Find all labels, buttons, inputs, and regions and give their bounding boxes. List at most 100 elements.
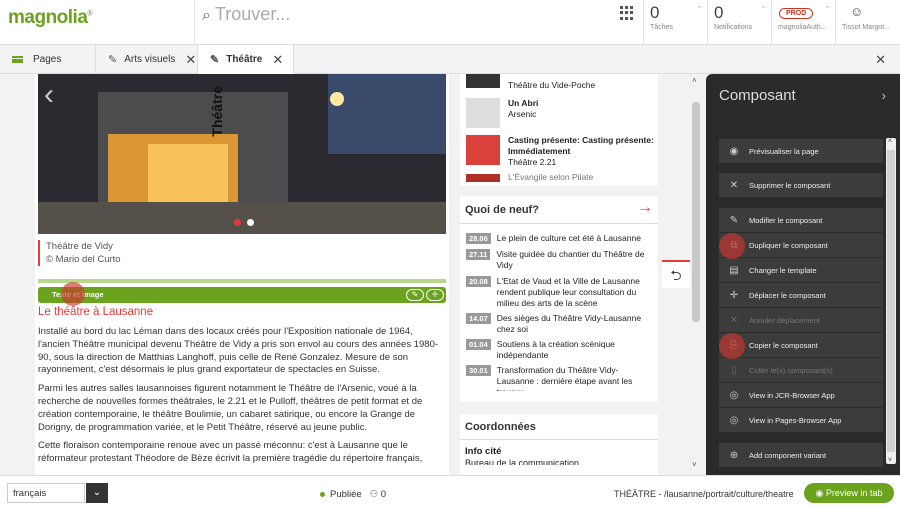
article-paragraph: Cette floraison contemporaine renoue ave… xyxy=(38,440,423,465)
user-label: Tissot Margot... xyxy=(842,24,890,31)
news-item[interactable]: 14.07 Des sièges du Théâtre Vidy-Lausanne… xyxy=(466,313,652,335)
action-move-component[interactable]: ✛ Déplacer le composant xyxy=(719,283,883,307)
panel-scrollbar[interactable]: ˄ ˅ xyxy=(886,138,896,464)
tab-theatre[interactable]: ✎ Théâtre ✕ xyxy=(198,45,294,74)
news-item[interactable]: 28.06 Le plein de culture cet été à Lausa… xyxy=(466,233,652,244)
action-change-template[interactable]: ▤ Changer le template xyxy=(719,258,883,282)
user-menu[interactable]: ☺ Tissot Margot... xyxy=(835,0,900,45)
tab-label: Pages xyxy=(33,54,62,65)
search-input[interactable]: ⌕ Trouver... xyxy=(202,4,290,25)
event-item[interactable]: L'Évangile selon Pilate xyxy=(466,172,593,183)
divider xyxy=(194,0,195,45)
bound-text: Déplacer le composant xyxy=(749,290,826,300)
action-delete-component[interactable]: ✕ Supprimer le composant xyxy=(719,173,883,197)
top-bar: magnolia® ⌕ Trouver... 0 Tâches ˇ 0 Notif… xyxy=(0,0,900,45)
chevron-left-icon[interactable]: ‹ xyxy=(44,78,54,112)
tasks-label: Tâches xyxy=(650,24,673,31)
news-date: 01.04 xyxy=(466,339,491,350)
bound-text: Dupliquer le composant xyxy=(749,240,828,250)
action-cancel-move[interactable]: ✕ Annuler déplacement xyxy=(719,308,883,332)
coordinates-title: Coordonnées xyxy=(465,421,536,433)
users-count: 0 xyxy=(380,489,387,500)
article-title: Le théâtre à Lausanne xyxy=(38,306,154,318)
events-card: Théâtre du Vide-Poche Un Abri Arsenic Cas… xyxy=(460,74,658,186)
instance-indicator[interactable]: PROD magnoliaAuth... ˇ xyxy=(771,0,835,45)
chevron-down-icon[interactable]: ˅ xyxy=(888,457,892,464)
chevron-down-icon[interactable]: ⌄ xyxy=(86,483,108,503)
chevron-right-icon[interactable]: › xyxy=(882,88,886,103)
news-item[interactable]: 30.01 Transformation du Théâtre Vidy-Laus… xyxy=(466,365,652,391)
app-launcher-icon[interactable] xyxy=(620,6,634,20)
close-icon: ✕ xyxy=(729,179,739,191)
click-indicator xyxy=(61,282,85,306)
dot[interactable] xyxy=(234,219,241,226)
page-preview: Théâtre ‹ Théâtre de Vidy © Mario del Cu… xyxy=(0,74,706,475)
close-icon[interactable]: ✕ xyxy=(875,52,886,68)
click-indicator xyxy=(719,233,745,259)
component-area-bar[interactable] xyxy=(38,279,446,283)
ground xyxy=(38,202,446,234)
news-text: Des sièges du Théâtre Vidy-Lausanne chez… xyxy=(496,313,642,334)
magnolia-logo[interactable]: magnolia® xyxy=(8,7,93,29)
news-text: Soutiens à la création scénique indépend… xyxy=(496,339,615,360)
bound-text: View in JCR-Browser App xyxy=(749,390,835,400)
bound-text: Copier le composant xyxy=(749,340,818,350)
tab-pages[interactable]: Pages xyxy=(0,45,96,74)
bound-text: Modifier le composant xyxy=(749,215,823,225)
template-icon: ▤ xyxy=(729,264,739,276)
notifications-count: 0 xyxy=(714,3,724,22)
divider xyxy=(460,439,658,440)
pencil-icon[interactable]: ✎ xyxy=(406,289,424,301)
news-item[interactable]: 01.04 Soutiens à la création scénique ind… xyxy=(466,339,652,361)
carousel-dots[interactable] xyxy=(234,219,254,226)
publication-status: Publiée ⚇ 0 xyxy=(320,489,386,500)
bound-text: Supprimer le composant xyxy=(749,180,831,190)
chevron-up-icon[interactable]: ˄ xyxy=(888,138,892,145)
chevron-down-icon: ˇ xyxy=(698,5,701,15)
action-paste-component[interactable]: ▯ Coller le(s) composant(s) xyxy=(719,358,883,382)
event-item[interactable]: Théâtre du Vide-Poche xyxy=(466,74,595,91)
action-add-component-variant[interactable]: ⊕ Add component variant xyxy=(719,443,883,467)
action-preview-page[interactable]: ◉ Prévisualiser la page xyxy=(719,139,883,163)
component-bar[interactable]: Texte et image ✎ ✛ xyxy=(38,287,446,303)
share-icon[interactable]: ⮌ xyxy=(662,260,690,288)
eye-icon: ◉ xyxy=(815,488,824,498)
preview-in-tab-button[interactable]: ◉ Preview in tab xyxy=(804,483,894,503)
news-item[interactable]: 27.11 Visite guidée du chantier du Théâtr… xyxy=(466,249,652,271)
chevron-down-icon: ˇ xyxy=(826,5,829,15)
prod-badge: PROD xyxy=(779,8,814,19)
page-scrollbar[interactable]: ˄ ˅ xyxy=(690,74,704,475)
action-view-pages-browser[interactable]: ◎ View in Pages-Browser App xyxy=(719,408,883,432)
tab-arts-visuels[interactable]: ✎ Arts visuels ✕ xyxy=(96,45,198,74)
move-icon[interactable]: ✛ xyxy=(426,289,444,301)
close-icon[interactable]: ✕ xyxy=(185,52,196,68)
hero-image[interactable]: Théâtre ‹ xyxy=(38,74,446,234)
tab-bar: Pages ✎ Arts visuels ✕ ✎ Théâtre ✕ ✕ xyxy=(0,45,900,74)
article-paragraph: Installé au bord du lac Léman dans des l… xyxy=(38,326,439,376)
action-edit-component[interactable]: ✎ Modifier le composant xyxy=(719,208,883,232)
component-panel: Composant › ◉ Prévisualiser la page ✕ Supp… xyxy=(706,74,900,475)
language-select[interactable]: français xyxy=(7,483,85,503)
arrow-right-icon[interactable]: → xyxy=(637,199,653,217)
scrollbar-thumb[interactable] xyxy=(692,102,700,322)
bound-text: Publiée xyxy=(330,489,362,500)
chevron-down-icon[interactable]: ˅ xyxy=(692,460,697,469)
view-icon: ◎ xyxy=(729,414,739,426)
page-path: THÉÂTRE - /lausanne/portrait/culture/the… xyxy=(614,489,794,499)
action-view-jcr-browser[interactable]: ◎ View in JCR-Browser App xyxy=(719,383,883,407)
news-item[interactable]: 20.08 L'Etat de Vaud et la Ville de Lausa… xyxy=(466,276,652,309)
search-icon: ⌕ xyxy=(202,7,211,24)
bound-text: Prévisualiser la page xyxy=(749,146,819,156)
dot[interactable] xyxy=(247,219,254,226)
close-icon[interactable]: ✕ xyxy=(272,52,283,68)
event-item[interactable]: Un Abri Arsenic xyxy=(466,98,538,128)
instance-label: magnoliaAuth... xyxy=(778,24,827,31)
chevron-up-icon[interactable]: ˄ xyxy=(692,76,697,85)
news-text: Visite guidée du chantier du Théâtre de … xyxy=(496,249,645,270)
paste-icon: ▯ xyxy=(731,364,737,376)
tasks-indicator[interactable]: 0 Tâches ˇ xyxy=(643,0,707,45)
event-item[interactable]: Casting présente: Casting présente: Immé… xyxy=(466,135,656,168)
notifications-indicator[interactable]: 0 Notifications ˇ xyxy=(707,0,771,45)
coordinates-line: Bureau de la communication xyxy=(465,458,580,465)
scrollbar-thumb[interactable] xyxy=(887,150,895,452)
